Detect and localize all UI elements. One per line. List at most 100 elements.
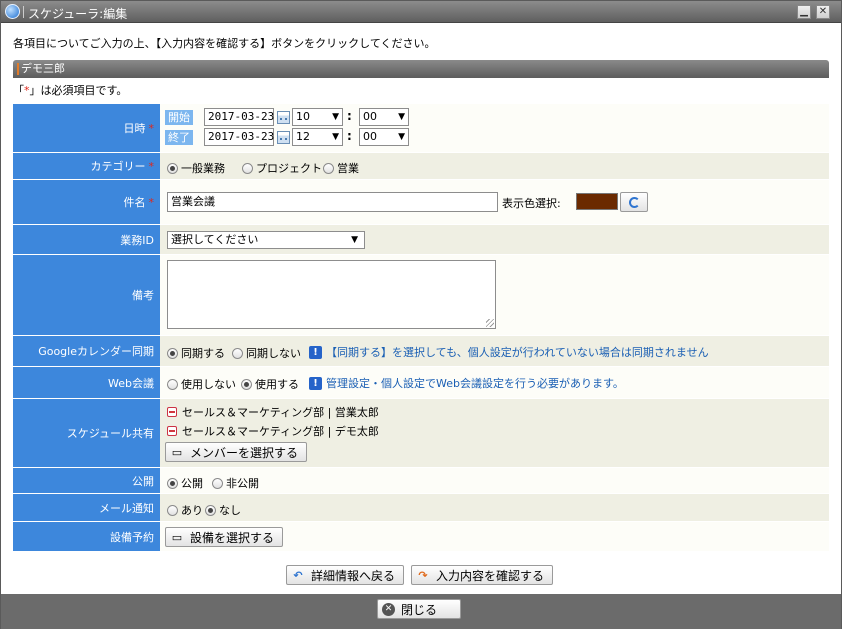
label-note: 備考 <box>13 255 160 335</box>
color-select-label: 表示色選択: <box>502 197 561 210</box>
label-datetime: 日時 * <box>13 104 160 152</box>
close-circle-icon: ✕ <box>382 602 395 616</box>
start-hour-select[interactable]: 10 ▼ <box>292 108 343 126</box>
close-button[interactable]: ✕ 閉じる <box>377 599 461 619</box>
row-google-sync: Googleカレンダー同期 同期する 同期しない ! 【同期する】を選択しても、個… <box>13 336 829 367</box>
window-icon: ▭ <box>171 530 183 544</box>
app-logo-icon <box>5 4 20 19</box>
start-calendar-icon[interactable] <box>277 111 290 124</box>
value-facility: ▭ 設備を選択する <box>160 522 829 551</box>
row-mail: メール通知 あり なし <box>13 494 829 522</box>
category-option-label: 営業 <box>337 162 359 175</box>
required-star: * <box>148 159 155 173</box>
note-textarea[interactable] <box>167 260 496 329</box>
required-star: * <box>148 195 155 209</box>
back-arrow-icon: ↶ <box>293 568 303 582</box>
label-mail: メール通知 <box>13 494 160 521</box>
form-content: 各項目についてご入力の上、【入力内容を確認する】ボタンをクリックしてください。 … <box>2 24 841 594</box>
forward-arrow-icon: ↷ <box>418 568 428 582</box>
category-option-general[interactable]: 一般業務 <box>167 160 225 176</box>
public-on[interactable]: 公開 <box>167 475 203 491</box>
dropdown-arrow-icon: ▼ <box>398 132 405 142</box>
share-member-item: セールス＆マーケティング部 | 営業太郎 <box>167 404 379 420</box>
subject-input[interactable]: 営業会議 <box>167 192 498 212</box>
back-button-label: 詳細情報へ戻る <box>311 568 396 583</box>
radio-unchecked-icon <box>232 347 243 359</box>
radio-checked-icon <box>167 347 178 359</box>
category-option-sales[interactable]: 営業 <box>323 160 359 176</box>
label-web-meeting: Web会議 <box>13 367 160 398</box>
label-schedule-share: スケジュール共有 <box>13 399 160 467</box>
label-datetime-text: 日時 <box>123 122 146 135</box>
mail-no[interactable]: なし <box>205 502 241 518</box>
dropdown-arrow-icon: ▼ <box>332 112 339 122</box>
label-subject: 件名 * <box>13 180 160 224</box>
web-meeting-on[interactable]: 使用する <box>241 376 299 392</box>
label-facility: 設備予約 <box>13 522 160 551</box>
radio-checked-icon <box>167 477 178 489</box>
remove-member-icon[interactable] <box>167 407 177 417</box>
end-tag: 終了 <box>165 130 193 145</box>
web-meeting-off[interactable]: 使用しない <box>167 376 236 392</box>
remove-member-icon[interactable] <box>167 426 177 436</box>
end-hour-select[interactable]: 12 ▼ <box>292 128 343 146</box>
mail-yes[interactable]: あり <box>167 502 203 518</box>
google-sync-on[interactable]: 同期する <box>167 345 225 361</box>
value-mail: あり なし <box>160 494 829 521</box>
mail-option-label: あり <box>181 504 203 517</box>
footer-bar: ✕ 閉じる <box>1 594 841 629</box>
google-sync-info: ! 【同期する】を選択しても、個人設定が行われていない場合は同期されません <box>309 344 709 360</box>
close-button-label: 閉じる <box>401 602 438 617</box>
close-window-button[interactable]: ✕ <box>816 5 830 19</box>
section-header: デモ三郎 <box>13 60 829 78</box>
category-option-project[interactable]: プロジェクト <box>242 160 322 176</box>
row-note: 備考 <box>13 255 829 336</box>
value-datetime: 開始 2017-03-23 10 ▼ : 00 ▼ 終了 2017-03-23 12… <box>160 104 829 152</box>
end-hour-value: 12 <box>296 130 310 143</box>
label-public: 公開 <box>13 468 160 493</box>
minimize-button[interactable]: ▁ <box>797 5 811 19</box>
title-bar[interactable]: スケジューラ:編集 ▁ ✕ <box>1 1 841 23</box>
window-icon: ▭ <box>171 445 183 459</box>
end-date-input[interactable]: 2017-03-23 <box>204 128 274 146</box>
label-category-text: カテゴリー <box>90 160 146 173</box>
label-subject-text: 件名 <box>123 196 146 209</box>
select-members-button[interactable]: ▭ メンバーを選択する <box>165 442 308 462</box>
time-colon: : <box>347 109 352 123</box>
web-meeting-option-label: 使用する <box>255 378 299 391</box>
public-off[interactable]: 非公開 <box>212 475 259 491</box>
color-swatch[interactable] <box>576 193 618 210</box>
value-google-sync: 同期する 同期しない ! 【同期する】を選択しても、個人設定が行われていない場合は… <box>160 336 829 366</box>
dropdown-arrow-icon: ▼ <box>398 112 405 122</box>
share-member-item: セールス＆マーケティング部 | デモ太郎 <box>167 423 379 439</box>
end-minute-value: 00 <box>363 130 377 143</box>
row-facility: 設備予約 ▭ 設備を選択する <box>13 522 829 552</box>
info-icon: ! <box>309 376 322 390</box>
back-to-details-button[interactable]: ↶ 詳細情報へ戻る <box>286 565 405 585</box>
share-member-name: セールス＆マーケティング部 | デモ太郎 <box>182 425 379 438</box>
value-public: 公開 非公開 <box>160 468 829 493</box>
business-id-select[interactable]: 選択してください ▼ <box>167 231 365 249</box>
row-subject: 件名 * 営業会議 表示色選択: <box>13 180 829 225</box>
title-separator <box>23 6 24 18</box>
select-members-label: メンバーを選択する <box>190 445 299 460</box>
google-sync-off[interactable]: 同期しない <box>232 345 301 361</box>
confirm-button[interactable]: ↷ 入力内容を確認する <box>411 565 554 585</box>
select-facility-button[interactable]: ▭ 設備を選択する <box>165 527 284 547</box>
color-reset-button[interactable] <box>620 192 648 212</box>
start-minute-value: 00 <box>363 110 377 123</box>
resize-grip-icon[interactable] <box>486 319 494 327</box>
public-option-label: 公開 <box>181 477 203 490</box>
radio-checked-icon <box>205 504 216 516</box>
google-sync-option-label: 同期する <box>181 347 225 360</box>
business-id-value: 選択してください <box>171 233 259 246</box>
dropdown-arrow-icon: ▼ <box>351 235 358 245</box>
label-google-sync: Googleカレンダー同期 <box>13 336 160 366</box>
end-calendar-icon[interactable] <box>277 131 290 144</box>
required-note-suffix: 」は必須項目です。 <box>29 84 128 97</box>
start-date-input[interactable]: 2017-03-23 <box>204 108 274 126</box>
category-option-label: プロジェクト <box>256 162 322 175</box>
end-minute-select[interactable]: 00 ▼ <box>359 128 409 146</box>
value-category: 一般業務 プロジェクト 営業 <box>160 153 829 179</box>
start-minute-select[interactable]: 00 ▼ <box>359 108 409 126</box>
